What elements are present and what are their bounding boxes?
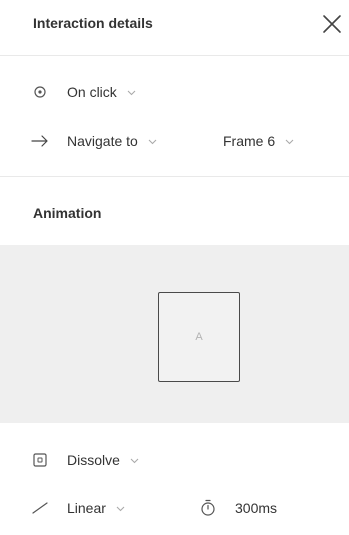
preview-frame: A xyxy=(158,292,240,382)
trigger-icon-wrap xyxy=(30,82,50,102)
timer-icon xyxy=(201,499,215,516)
arrow-right-icon xyxy=(31,135,48,147)
trigger-label: On click xyxy=(67,84,117,100)
chevron-down-icon xyxy=(130,458,139,464)
action-dropdown[interactable]: Navigate to xyxy=(67,133,157,149)
chevron-down-icon xyxy=(127,90,136,96)
dissolve-icon xyxy=(33,453,47,467)
destination-dropdown[interactable]: Frame 6 xyxy=(223,133,294,149)
easing-icon-wrap xyxy=(30,498,50,518)
action-icon-wrap xyxy=(30,131,50,151)
animation-section-title: Animation xyxy=(33,205,102,221)
easing-label: Linear xyxy=(67,500,106,516)
duration-input[interactable]: 300ms xyxy=(235,500,277,516)
animation-type-dropdown[interactable]: Dissolve xyxy=(67,452,139,468)
chevron-down-icon xyxy=(285,139,294,145)
animation-type-icon-wrap xyxy=(30,450,50,470)
close-icon xyxy=(323,15,341,33)
close-button[interactable] xyxy=(320,12,344,36)
chevron-down-icon xyxy=(148,139,157,145)
easing-dropdown[interactable]: Linear xyxy=(67,500,125,516)
duration-icon-wrap xyxy=(200,499,216,517)
linear-curve-icon xyxy=(32,502,48,514)
action-label: Navigate to xyxy=(67,133,138,149)
panel-header: Interaction details xyxy=(0,0,349,56)
trigger-dropdown[interactable]: On click xyxy=(67,84,136,100)
panel-title: Interaction details xyxy=(33,15,153,31)
section-divider xyxy=(0,176,349,177)
preview-frame-letter: A xyxy=(195,331,203,343)
chevron-down-icon xyxy=(116,506,125,512)
destination-label: Frame 6 xyxy=(223,133,276,149)
circle-dot-icon xyxy=(34,86,46,98)
animation-type-label: Dissolve xyxy=(67,452,120,468)
